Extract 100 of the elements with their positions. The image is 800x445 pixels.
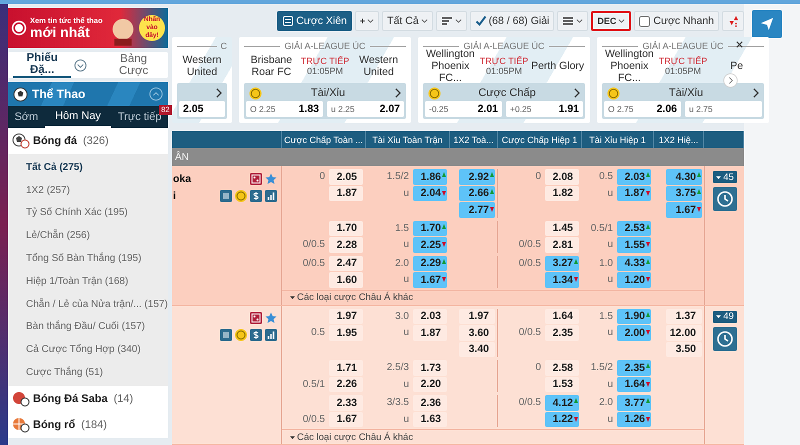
odds-button[interactable]: 2.05: [179, 101, 225, 117]
odds-button[interactable]: 1.26: [617, 412, 651, 427]
market-item[interactable]: 1X2 (257): [8, 178, 168, 202]
odds-button[interactable]: 1.55: [617, 237, 651, 252]
odds-button[interactable]: 1.37: [666, 308, 702, 324]
bar-chart-icon[interactable]: [265, 190, 277, 202]
odds-button[interactable]: 2.92: [459, 169, 495, 184]
odds-button[interactable]: 2.20: [413, 376, 447, 392]
odds-button[interactable]: 2.29: [413, 256, 447, 271]
odds-button[interactable]: 1.64: [617, 376, 651, 392]
history-button[interactable]: [713, 187, 737, 211]
market-item[interactable]: Tổng Số Bàn Thắng (195): [8, 247, 168, 270]
odds-button[interactable]: 2.58: [545, 360, 579, 376]
chevron-right-icon[interactable]: [573, 88, 580, 98]
market-item[interactable]: Cả Cược Tổng Hợp (340): [8, 338, 168, 362]
odds-button[interactable]: u 2.75: [685, 101, 762, 117]
sport-item[interactable]: Bóng đá (326): [8, 128, 168, 154]
checkbox[interactable]: [639, 16, 650, 26]
odds-button[interactable]: 2.77: [459, 202, 495, 218]
odds-button[interactable]: 4.33: [617, 256, 651, 271]
send-button[interactable]: [752, 10, 782, 38]
odds-button[interactable]: 2.28: [329, 237, 363, 252]
coin-icon[interactable]: [235, 190, 247, 202]
odds-button[interactable]: 1.97: [329, 308, 363, 324]
sport-item[interactable]: Bóng rổ (184): [8, 412, 168, 438]
chevron-right-icon[interactable]: [394, 88, 401, 98]
odds-button[interactable]: 2.03: [413, 308, 447, 324]
history-button[interactable]: [713, 326, 737, 350]
odds-button[interactable]: 3.75: [666, 186, 702, 201]
chevron-right-icon[interactable]: [752, 88, 759, 98]
odds-button[interactable]: 3.50: [666, 342, 702, 357]
odds-button[interactable]: 2.25: [413, 237, 447, 252]
odds-button[interactable]: 4.12: [545, 395, 579, 410]
odds-button[interactable]: 2.66: [459, 186, 495, 201]
odds-button[interactable]: 4.30: [666, 169, 702, 184]
odds-button[interactable]: 3.40: [459, 342, 495, 357]
odds-button[interactable]: 2.00: [617, 325, 651, 340]
odds-button[interactable]: O 2.75 2.06: [604, 101, 681, 117]
odds-button[interactable]: u 2.25 2.07: [327, 101, 404, 117]
odds-button[interactable]: 1.22: [545, 412, 579, 427]
odds-button[interactable]: 2.47: [329, 256, 363, 271]
star-icon[interactable]: [265, 312, 277, 324]
sort-dropdown[interactable]: [436, 11, 467, 31]
odds-button[interactable]: 1.82: [545, 186, 579, 201]
period-tab[interactable]: Sớm: [8, 106, 44, 128]
odds-button[interactable]: 1.34: [545, 272, 579, 288]
odds-button[interactable]: 2.53: [617, 220, 651, 236]
odds-button[interactable]: 2.35: [617, 360, 651, 376]
market-item[interactable]: Hiệp 1/Toàn Trận (168): [8, 270, 168, 293]
market-item[interactable]: Tỷ Số Chính Xác (195): [8, 202, 168, 224]
parlay-button[interactable]: Cược Xiên: [277, 11, 352, 31]
chevron-down-icon[interactable]: [74, 58, 88, 72]
odds-button[interactable]: 2.35: [545, 325, 579, 340]
odds-button[interactable]: 2.36: [413, 395, 447, 410]
dropdown[interactable]: +: [354, 11, 380, 31]
odds-button[interactable]: 12.00: [666, 325, 702, 340]
odds-button[interactable]: 1.63: [413, 412, 447, 427]
odds-button[interactable]: 1.73: [413, 360, 447, 376]
more-markets-link[interactable]: Các loại cược Châu Á khác: [290, 432, 414, 442]
odds-button[interactable]: 2.05: [329, 169, 363, 184]
sidebar-tab[interactable]: Phiếu Đặ...: [13, 52, 72, 78]
dropdown[interactable]: DEC: [591, 11, 632, 31]
more-bets-button[interactable]: 49: [713, 310, 737, 322]
bar-chart-icon[interactable]: [265, 329, 277, 341]
dollar-icon[interactable]: [250, 329, 262, 341]
sidebar-tab[interactable]: Bảng Cược: [104, 52, 164, 78]
quick-bet-option[interactable]: Cược Nhanh: [634, 11, 719, 31]
odds-button[interactable]: 3.60: [459, 325, 495, 340]
odds-button[interactable]: 2.03: [617, 169, 651, 184]
odds-button[interactable]: 1.70: [413, 220, 447, 236]
market-item[interactable]: Bàn thắng Đầu/ Cuối (157): [8, 316, 168, 338]
odds-button[interactable]: 1.20: [617, 272, 651, 288]
dice-icon[interactable]: [250, 172, 262, 184]
dice-icon[interactable]: [250, 312, 262, 324]
odds-button[interactable]: 2.26: [329, 376, 363, 392]
dollar-icon[interactable]: [250, 190, 262, 202]
odds-button[interactable]: 1.45: [545, 220, 579, 236]
market-item[interactable]: Chẵn / Lẻ của Nửa trận/... (157): [8, 292, 168, 316]
more-markets-link[interactable]: Các loại cược Châu Á khác: [290, 292, 414, 303]
odds-button[interactable]: 2.04: [413, 186, 447, 201]
chevron-right-icon[interactable]: [215, 88, 222, 98]
star-icon[interactable]: [265, 172, 277, 184]
odds-button[interactable]: 1.60: [329, 272, 363, 288]
odds-button[interactable]: 1.67: [329, 412, 363, 427]
market-item[interactable]: Lẻ/Chẵn (256): [8, 224, 168, 248]
odds-button[interactable]: 1.97: [459, 308, 495, 324]
more-bets-button[interactable]: 45: [713, 171, 737, 183]
odds-button[interactable]: 3.27: [545, 256, 579, 271]
collapse-icon[interactable]: [149, 87, 163, 101]
market-item[interactable]: Tất Cả (275): [8, 156, 168, 179]
odds-button[interactable]: 1.71: [329, 360, 363, 376]
odds-button[interactable]: 1.95: [329, 325, 363, 340]
match-card[interactable]: C Western United 2.05: [172, 37, 232, 123]
odds-button[interactable]: 1.87: [329, 186, 363, 201]
list-icon[interactable]: [220, 329, 232, 341]
market-item[interactable]: Cược Thắng (51): [8, 361, 168, 384]
dropdown[interactable]: Tất Cả: [382, 11, 433, 31]
odds-button[interactable]: 1.67: [666, 202, 702, 218]
match-card[interactable]: GIẢI A-LEAGUE ÚC Brisbane Roar FC TRỰC TIẾP 01:05PM Western United Tài/Xỉu O 2.25 1.83 u 2.25 2.07: [239, 37, 411, 123]
close-icon[interactable]: [735, 40, 744, 49]
